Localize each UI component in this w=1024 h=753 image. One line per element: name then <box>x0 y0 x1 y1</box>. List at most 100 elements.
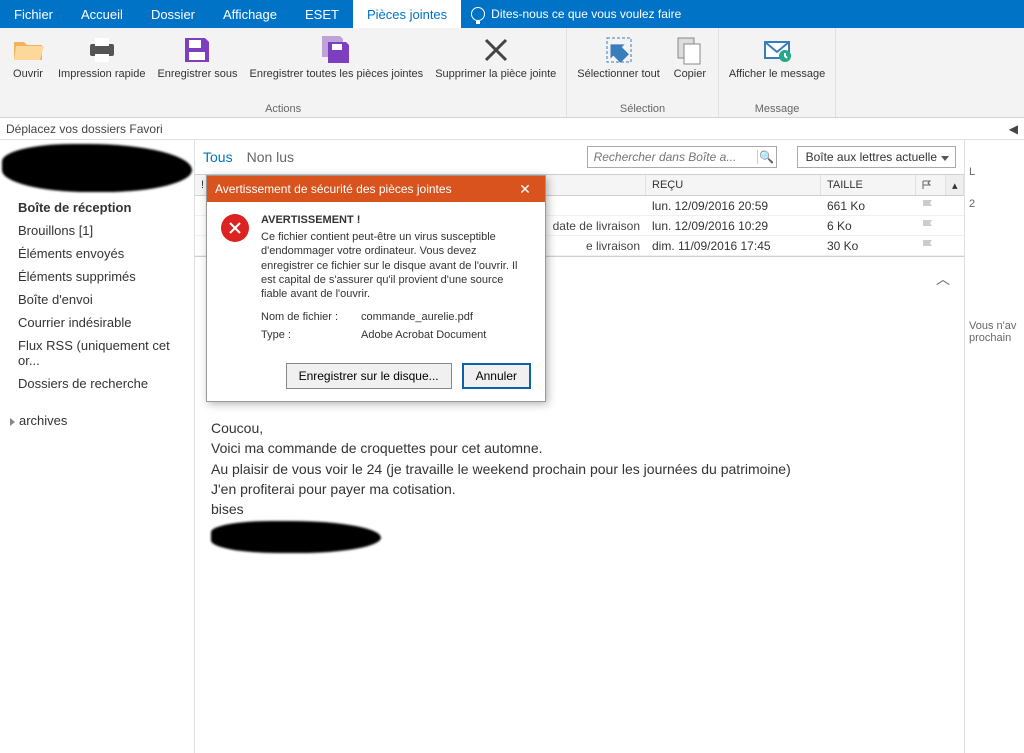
save-all-icon <box>320 34 352 66</box>
flag-icon <box>922 199 934 209</box>
row-flag[interactable] <box>916 239 946 253</box>
sidebar-sent[interactable]: Éléments envoyés <box>0 242 194 265</box>
filter-all[interactable]: Tous <box>203 149 233 165</box>
row-flag[interactable] <box>916 199 946 213</box>
right-pane: L 2 Vous n'av prochain <box>964 140 1024 753</box>
ribbon-supprimer-pj[interactable]: Supprimer la pièce jointe <box>429 30 562 101</box>
sidebar-rss[interactable]: Flux RSS (uniquement cet or... <box>0 334 194 372</box>
ribbon-group-message: Afficher le message Message <box>719 28 836 117</box>
ribbon-group-actions: Ouvrir Impression rapide Enregistrer sou… <box>0 28 567 117</box>
body-line: bises <box>211 499 948 519</box>
favorites-bar: Déplacez vos dossiers Favori ◀ <box>0 118 1024 140</box>
ribbon-group-label: Actions <box>265 101 301 117</box>
ribbon: Ouvrir Impression rapide Enregistrer sou… <box>0 28 1024 118</box>
type-label: Type : <box>261 329 361 341</box>
ribbon-group-label: Message <box>755 101 800 117</box>
file-label: Nom de fichier : <box>261 311 361 323</box>
type-value: Adobe Acrobat Document <box>361 329 486 341</box>
tab-fichier[interactable]: Fichier <box>0 0 67 28</box>
flag-icon <box>922 219 934 229</box>
ribbon-selectionner-tout[interactable]: Sélectionner tout <box>571 30 666 101</box>
printer-icon <box>86 34 118 66</box>
dialog-titlebar: Avertissement de sécurité des pièces joi… <box>207 176 545 202</box>
rightpane-label: 2 <box>969 198 1020 210</box>
col-taille[interactable]: TAILLE <box>821 175 916 195</box>
file-value: commande_aurelie.pdf <box>361 311 473 323</box>
dialog-heading: AVERTISSEMENT ! <box>261 214 531 226</box>
save-to-disk-button[interactable]: Enregistrer sur le disque... <box>286 363 452 389</box>
body-line: Voici ma commande de croquettes pour cet… <box>211 438 948 458</box>
tell-me-search[interactable]: Dites-nous ce que vous voulez faire <box>461 0 691 28</box>
redacted-account <box>2 144 192 192</box>
ribbon-group-selection: Sélectionner tout Copier Sélection <box>567 28 719 117</box>
warning-icon <box>221 214 249 242</box>
sidebar-search-folders[interactable]: Dossiers de recherche <box>0 372 194 395</box>
ribbon-label: Supprimer la pièce jointe <box>435 68 556 81</box>
ribbon-label: Sélectionner tout <box>577 68 660 81</box>
list-header: Tous Non lus 🔍 Boîte aux lettres actuell… <box>195 140 964 174</box>
tab-accueil[interactable]: Accueil <box>67 0 137 28</box>
sidebar-junk[interactable]: Courrier indésirable <box>0 311 194 334</box>
dialog-title: Avertissement de sécurité des pièces joi… <box>215 182 452 196</box>
x-icon <box>480 34 512 66</box>
search-scope-dropdown[interactable]: Boîte aux lettres actuelle <box>797 146 956 168</box>
security-warning-dialog: Avertissement de sécurité des pièces joi… <box>206 175 546 402</box>
sidebar-archives-label: archives <box>19 413 67 428</box>
row-date: lun. 12/09/2016 10:29 <box>646 219 821 233</box>
close-icon[interactable]: ✕ <box>513 181 537 198</box>
row-size: 30 Ko <box>821 239 916 253</box>
tab-dossier[interactable]: Dossier <box>137 0 209 28</box>
tab-affichage[interactable]: Affichage <box>209 0 291 28</box>
rightpane-label: L <box>969 166 1020 178</box>
ribbon-enregistrer-sous[interactable]: Enregistrer sous <box>151 30 243 101</box>
col-flag[interactable] <box>916 175 946 195</box>
folder-open-icon <box>12 34 44 66</box>
search-input[interactable] <box>588 150 757 164</box>
row-date: lun. 12/09/2016 20:59 <box>646 199 821 213</box>
ribbon-copier[interactable]: Copier <box>666 30 714 101</box>
favorites-label: Déplacez vos dossiers Favori <box>6 122 163 136</box>
tell-me-label: Dites-nous ce que vous voulez faire <box>491 7 681 21</box>
sidebar-archives[interactable]: archives <box>0 409 194 432</box>
importance-icon: ! <box>201 179 204 191</box>
ribbon-impression-rapide[interactable]: Impression rapide <box>52 30 151 101</box>
message-icon <box>761 34 793 66</box>
ribbon-label: Copier <box>674 68 706 81</box>
menu-bar: Fichier Accueil Dossier Affichage ESET P… <box>0 0 1024 28</box>
body-line: Coucou, <box>211 418 948 438</box>
row-flag[interactable] <box>916 219 946 233</box>
row-date: dim. 11/09/2016 17:45 <box>646 239 821 253</box>
tab-pieces-jointes[interactable]: Pièces jointes <box>353 0 461 28</box>
ribbon-label: Ouvrir <box>13 68 43 81</box>
ribbon-afficher-message[interactable]: Afficher le message <box>723 30 831 101</box>
sidebar-inbox[interactable]: Boîte de réception <box>0 196 194 219</box>
search-icon[interactable]: 🔍 <box>757 150 776 164</box>
col-recu[interactable]: REÇU <box>646 175 821 195</box>
dialog-paragraph: Ce fichier contient peut-être un virus s… <box>261 230 531 301</box>
row-size: 661 Ko <box>821 199 916 213</box>
sidebar-outbox[interactable]: Boîte d'envoi <box>0 288 194 311</box>
cancel-button[interactable]: Annuler <box>462 363 531 389</box>
scroll-up-icon[interactable]: ▴ <box>946 175 964 195</box>
sidebar-drafts[interactable]: Brouillons [1] <box>0 219 194 242</box>
collapse-header-icon[interactable]: ︿ <box>936 269 950 289</box>
save-icon <box>181 34 213 66</box>
tab-eset[interactable]: ESET <box>291 0 353 28</box>
select-all-icon <box>603 34 635 66</box>
ribbon-label: Afficher le message <box>729 68 825 81</box>
message-body: Coucou, Voici ma commande de croquettes … <box>211 418 948 553</box>
body-line: J'en profiterai pour payer ma cotisation… <box>211 479 948 499</box>
ribbon-label: Impression rapide <box>58 68 145 81</box>
sidebar-deleted[interactable]: Éléments supprimés <box>0 265 194 288</box>
bulb-icon <box>471 7 485 21</box>
folder-sidebar: Boîte de réception Brouillons [1] Élémen… <box>0 140 195 753</box>
ribbon-ouvrir[interactable]: Ouvrir <box>4 30 52 101</box>
favorites-collapse-icon[interactable]: ◀ <box>1009 122 1018 136</box>
filter-unread[interactable]: Non lus <box>247 149 294 165</box>
rightpane-text: Vous n'av <box>969 320 1020 332</box>
ribbon-enregistrer-toutes[interactable]: Enregistrer toutes les pièces jointes <box>244 30 430 101</box>
flag-icon <box>922 239 934 249</box>
redacted-signature <box>211 521 381 553</box>
copy-icon <box>674 34 706 66</box>
search-box[interactable]: 🔍 <box>587 146 777 168</box>
